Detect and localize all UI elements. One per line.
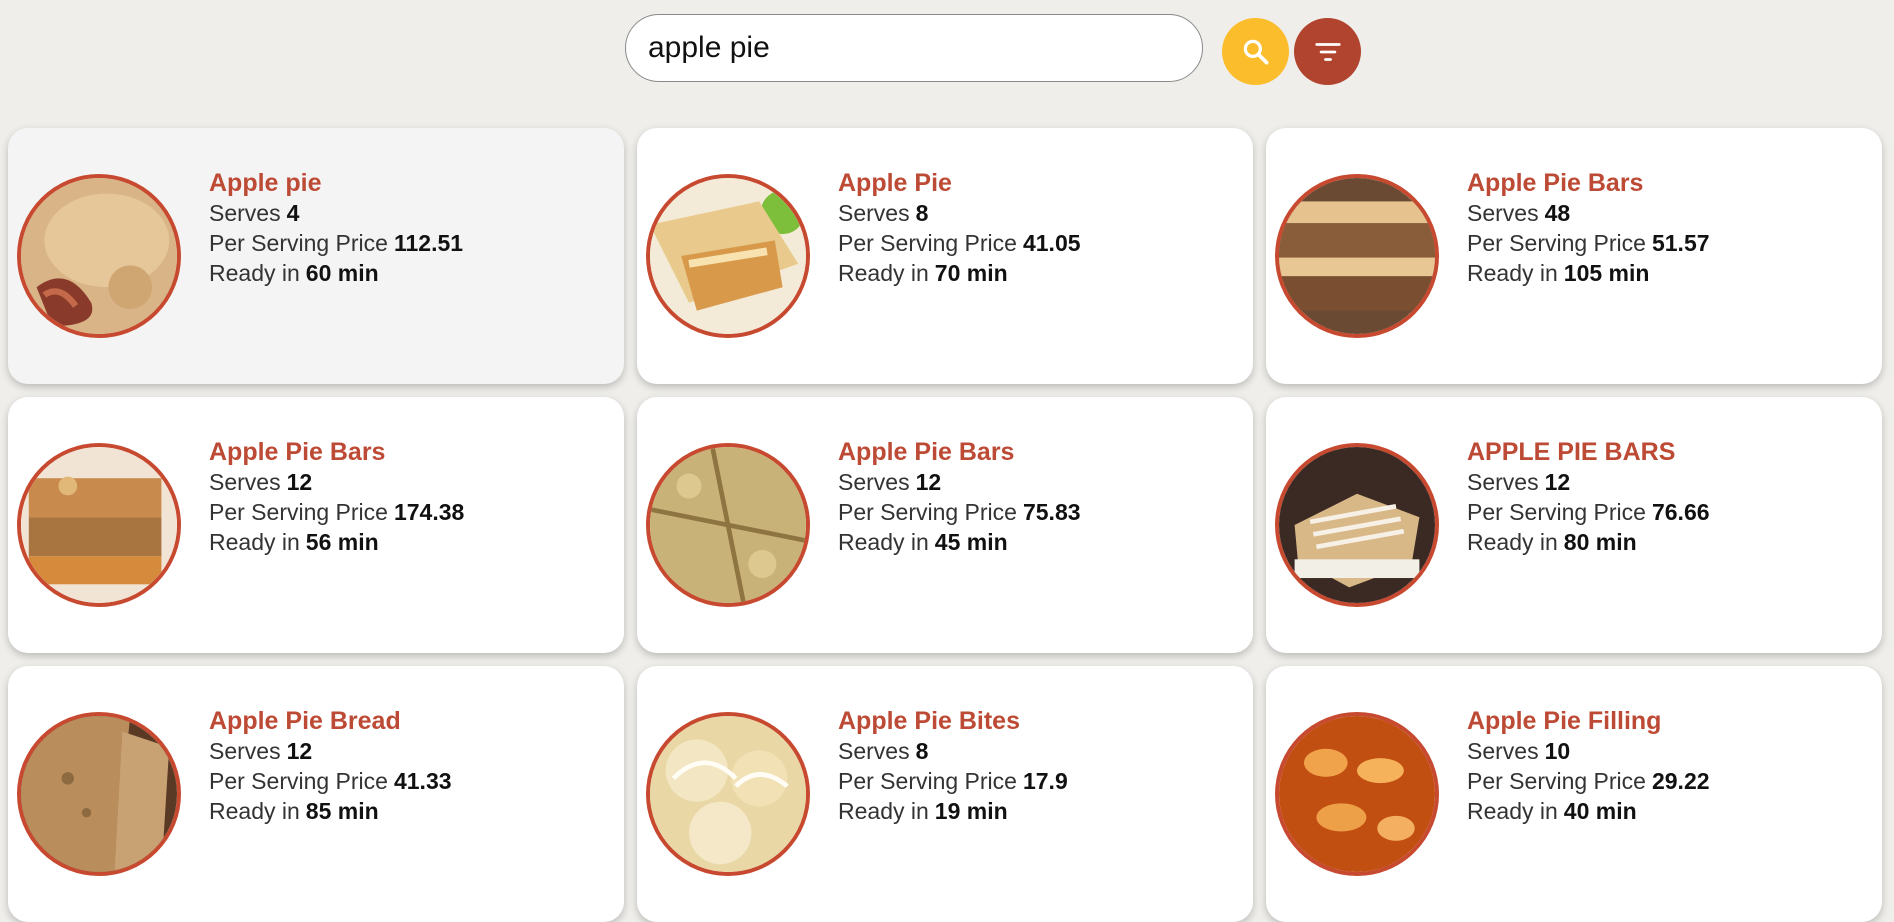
- price-value: 29.22: [1651, 768, 1710, 794]
- serves-label: Serves: [838, 469, 910, 495]
- price-label: Per Serving Price: [838, 499, 1017, 525]
- recipe-title: Apple Pie Bars: [1467, 169, 1644, 197]
- ready-value: 40 min: [1563, 798, 1637, 824]
- price-label: Per Serving Price: [1467, 230, 1646, 256]
- serves-value: 8: [915, 200, 929, 226]
- ready-value: 19 min: [934, 798, 1008, 824]
- price-label: Per Serving Price: [838, 768, 1017, 794]
- price-value: 76.66: [1651, 499, 1710, 525]
- serves-value: 10: [1544, 738, 1571, 764]
- serves-label: Serves: [838, 738, 910, 764]
- serves-value: 8: [915, 738, 929, 764]
- recipe-title: Apple Pie: [838, 169, 952, 197]
- recipe-card[interactable]: APPLE PIE BARS Serves 12 Per Serving Pric…: [1266, 397, 1882, 653]
- ready-value: 70 min: [934, 260, 1008, 286]
- price-value: 174.38: [393, 499, 465, 525]
- recipe-image: [17, 443, 181, 607]
- recipe-card[interactable]: Apple Pie Bars Serves 12 Per Serving Pric…: [637, 397, 1253, 653]
- recipe-image: [646, 712, 810, 876]
- filter-icon: [1314, 42, 1341, 61]
- serves-label: Serves: [838, 200, 910, 226]
- recipe-title: Apple pie: [209, 169, 322, 197]
- search-icon: [1243, 39, 1268, 64]
- serves-value: 12: [286, 469, 313, 495]
- filter-button[interactable]: [1294, 18, 1361, 85]
- ready-value: 105 min: [1563, 260, 1650, 286]
- serves-value: 12: [1544, 469, 1571, 495]
- recipe-image: [1275, 712, 1439, 876]
- recipe-title: Apple Pie Filling: [1467, 707, 1662, 735]
- recipe-image: [1275, 174, 1439, 338]
- price-label: Per Serving Price: [1467, 499, 1646, 525]
- recipe-title: Apple Pie Bars: [209, 438, 386, 466]
- price-value: 51.57: [1651, 230, 1710, 256]
- price-value: 41.33: [393, 768, 452, 794]
- ready-label: Ready in: [209, 260, 300, 286]
- recipe-title: Apple Pie Bites: [838, 707, 1020, 735]
- ready-value: 60 min: [305, 260, 379, 286]
- price-value: 75.83: [1022, 499, 1081, 525]
- ready-value: 56 min: [305, 529, 379, 555]
- search-bar: [0, 0, 1894, 100]
- recipe-card[interactable]: Apple Pie Bars Serves 12 Per Serving Pric…: [8, 397, 624, 653]
- price-label: Per Serving Price: [209, 768, 388, 794]
- recipe-title: APPLE PIE BARS: [1467, 438, 1676, 466]
- serves-label: Serves: [209, 200, 281, 226]
- serves-label: Serves: [1467, 738, 1539, 764]
- price-label: Per Serving Price: [209, 499, 388, 525]
- ready-label: Ready in: [838, 798, 929, 824]
- ready-value: 80 min: [1563, 529, 1637, 555]
- search-input[interactable]: [625, 14, 1203, 82]
- serves-label: Serves: [209, 469, 281, 495]
- recipe-image: [646, 443, 810, 607]
- ready-label: Ready in: [209, 529, 300, 555]
- recipe-image: [17, 712, 181, 876]
- ready-label: Ready in: [1467, 260, 1558, 286]
- serves-value: 12: [286, 738, 313, 764]
- ready-value: 45 min: [934, 529, 1008, 555]
- ready-label: Ready in: [209, 798, 300, 824]
- recipe-image: [646, 174, 810, 338]
- price-label: Per Serving Price: [209, 230, 388, 256]
- search-button[interactable]: [1222, 18, 1289, 85]
- ready-label: Ready in: [838, 529, 929, 555]
- ready-label: Ready in: [1467, 529, 1558, 555]
- serves-label: Serves: [209, 738, 281, 764]
- price-value: 112.51: [393, 230, 464, 256]
- price-label: Per Serving Price: [838, 230, 1017, 256]
- recipe-card[interactable]: Apple Pie Bars Serves 48 Per Serving Pric…: [1266, 128, 1882, 384]
- ready-label: Ready in: [838, 260, 929, 286]
- serves-value: 4: [286, 200, 300, 226]
- price-label: Per Serving Price: [1467, 768, 1646, 794]
- serves-label: Serves: [1467, 200, 1539, 226]
- recipe-image: [17, 174, 181, 338]
- serves-value: 12: [915, 469, 942, 495]
- recipe-card[interactable]: Apple Pie Serves 8 Per Serving Price 41.05…: [637, 128, 1253, 384]
- recipe-title: Apple Pie Bars: [838, 438, 1015, 466]
- serves-value: 48: [1544, 200, 1571, 226]
- recipe-title: Apple Pie Bread: [209, 707, 401, 735]
- recipe-card[interactable]: Apple pie Serves 4 Per Serving Price 112.5…: [8, 128, 624, 384]
- serves-label: Serves: [1467, 469, 1539, 495]
- price-value: 41.05: [1022, 230, 1081, 256]
- recipe-grid: Apple pie Serves 4 Per Serving Price 112.5…: [8, 128, 1882, 922]
- recipe-image: [1275, 443, 1439, 607]
- ready-label: Ready in: [1467, 798, 1558, 824]
- ready-value: 85 min: [305, 798, 379, 824]
- price-value: 17.9: [1022, 768, 1068, 794]
